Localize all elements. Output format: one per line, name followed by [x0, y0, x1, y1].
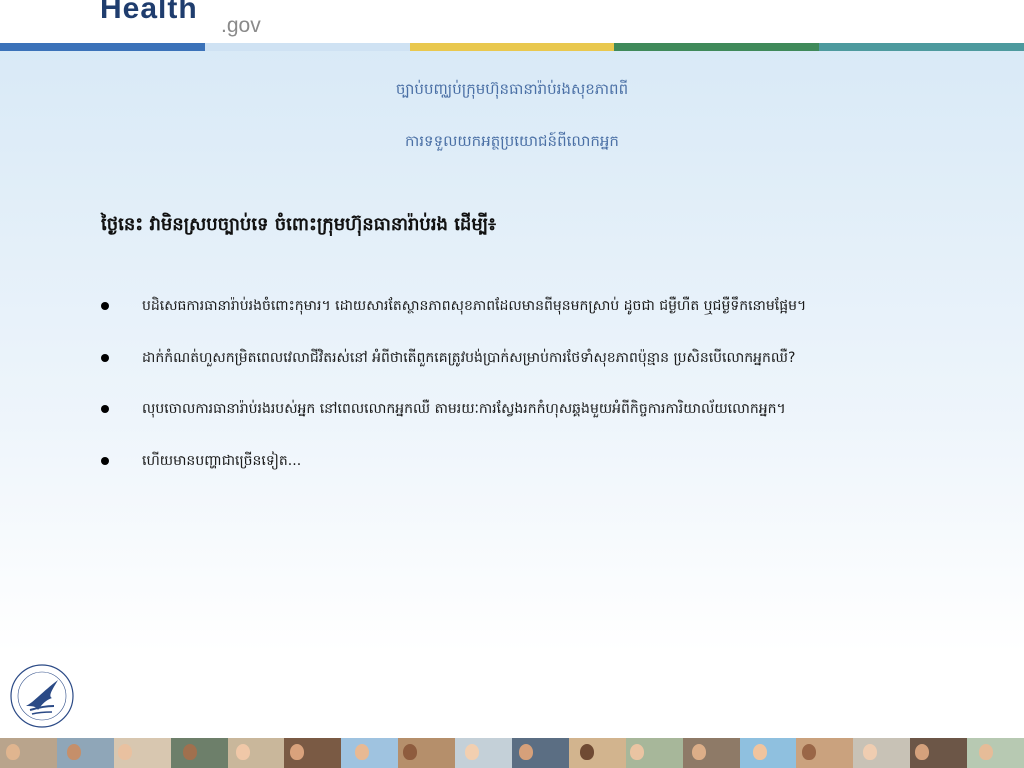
- photo-tile: [0, 738, 57, 768]
- color-bar-segment: [819, 43, 1024, 51]
- photo-tile: [341, 738, 399, 768]
- color-bar-segment: [204, 43, 410, 51]
- photo-tile: [170, 738, 228, 768]
- bullet-dot-icon: [101, 456, 109, 465]
- photo-tile: [682, 738, 740, 768]
- brand-suffix: .gov: [221, 14, 261, 37]
- photo-strip: [0, 738, 1024, 768]
- photo-tile: [796, 738, 854, 768]
- photo-tile: [967, 738, 1024, 768]
- photo-tile: [455, 738, 513, 768]
- color-bar-segment: [409, 43, 615, 51]
- photo-tile: [568, 738, 626, 768]
- photo-tile: [910, 738, 968, 768]
- slide-heading: ថ្ងៃនេះ វាមិនស្របច្បាប់ទេ ចំពោះក្រុមហ៊ុន…: [101, 214, 497, 235]
- photo-tile: [739, 738, 797, 768]
- bullet-text: លុបចោលការធានារ៉ាប់រងរបស់អ្នក នៅពេលលោកអ្ន…: [142, 401, 786, 417]
- photo-tile: [284, 738, 342, 768]
- bullet-text: ដាក់កំណត់ហួសកម្រិតពេលវេលាជីវិតរស់នៅ អំពី…: [142, 349, 796, 366]
- subtitle-line-2: ការទទួលយកអត្ថប្រយោជន៍ពីលោកអ្នក: [405, 132, 619, 150]
- photo-tile: [625, 738, 683, 768]
- bullet-dot-icon: [101, 302, 109, 310]
- photo-tile: [56, 738, 114, 768]
- list-item: ហើយមានបញ្ហាជាច្រើនទៀត...: [101, 451, 981, 503]
- bullet-text: ហើយមានបញ្ហាជាច្រើនទៀត...: [142, 452, 302, 469]
- bullet-text: បដិសេធការធានារ៉ាប់រងចំពោះកុមារ។ ដោយសារតែ…: [142, 298, 807, 314]
- list-item: បដិសេធការធានារ៉ាប់រងចំពោះកុមារ។ ដោយសារតែ…: [101, 296, 981, 348]
- slide: Health .gov ច្បាប់បញ្ឈប់ក្រុមហ៊ុនធានារ៉ា…: [0, 0, 1024, 768]
- photo-tile: [398, 738, 456, 768]
- photo-tile: [227, 738, 285, 768]
- list-item: លុបចោលការធានារ៉ាប់រងរបស់អ្នក នៅពេលលោកអ្ន…: [101, 399, 981, 451]
- header: Health .gov: [0, 0, 1024, 43]
- subtitle-line-1: ច្បាប់បញ្ឈប់ក្រុមហ៊ុនធានារ៉ាប់រងសុខភាពពី: [395, 80, 629, 98]
- color-bar-segment: [614, 43, 820, 51]
- photo-tile: [853, 738, 911, 768]
- photo-tile: [512, 738, 569, 768]
- bullet-list: បដិសេធការធានារ៉ាប់រងចំពោះកុមារ។ ដោយសារតែ…: [101, 296, 981, 502]
- photo-tile: [113, 738, 171, 768]
- color-bar-segment: [0, 43, 205, 51]
- bullet-dot-icon: [101, 405, 109, 413]
- hhs-seal-icon: [10, 664, 74, 728]
- list-item: ដាក់កំណត់ហួសកម្រិតពេលវេលាជីវិតរស់នៅ អំពី…: [101, 348, 981, 400]
- color-bar: [0, 43, 1024, 51]
- bullet-dot-icon: [101, 353, 109, 362]
- brand-logo[interactable]: Health: [100, 0, 198, 32]
